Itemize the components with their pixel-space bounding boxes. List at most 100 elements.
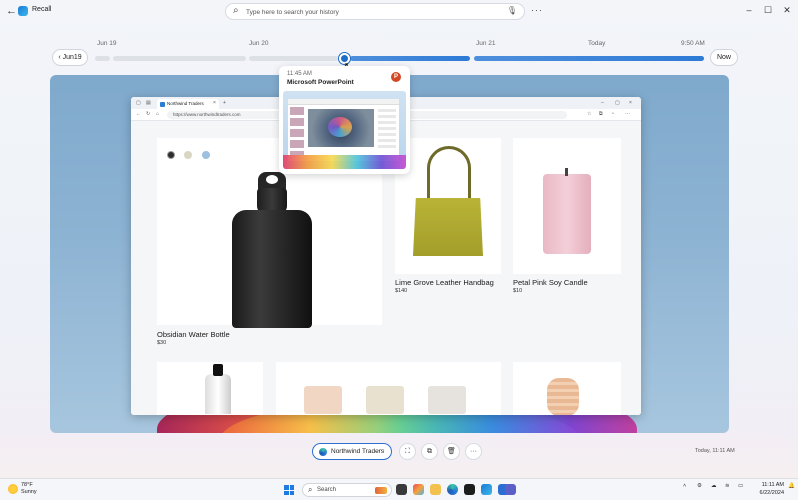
timeline-marker: Jun 21 bbox=[476, 40, 496, 47]
handbag-image bbox=[413, 198, 483, 256]
close-icon[interactable]: × bbox=[629, 100, 632, 106]
sidebar-icon[interactable]: ▢ bbox=[136, 100, 141, 106]
product-name[interactable]: Petal Pink Soy Candle bbox=[513, 278, 588, 287]
snapshot-preview-popup[interactable]: 11:45 AM Microsoft PowerPoint P bbox=[279, 66, 410, 174]
timeline-segment[interactable] bbox=[95, 56, 110, 61]
taskbar: 78°F Sunny ⌕ Search ˄ ⚙ ☁ ≋ ▭ 11:11 AM 6… bbox=[0, 478, 798, 500]
previous-day-button[interactable]: ‹ Jun19 bbox=[52, 49, 88, 66]
timeline-segment[interactable] bbox=[474, 56, 704, 61]
chevron-up-icon[interactable]: ˄ bbox=[683, 483, 686, 489]
maximize-button[interactable]: ☐ bbox=[762, 5, 774, 16]
tab-title: Northwind Traders bbox=[167, 101, 204, 106]
chevron-left-icon: ‹ bbox=[58, 54, 61, 61]
product-card-soap-bars[interactable] bbox=[276, 362, 501, 415]
close-button[interactable]: ✕ bbox=[781, 5, 793, 16]
taskbar-search-label: Search bbox=[317, 487, 337, 493]
tab-actions-icon[interactable]: ▤ bbox=[146, 100, 151, 106]
search-icon: ⌕ bbox=[233, 5, 239, 16]
clock[interactable]: 11:11 AM 6/22/2024 bbox=[752, 481, 784, 497]
refresh-icon[interactable]: ↻ bbox=[146, 111, 150, 117]
product-card-soap-pump[interactable] bbox=[157, 362, 263, 415]
now-button[interactable]: Now bbox=[710, 49, 738, 66]
timeline-segment[interactable] bbox=[113, 56, 246, 61]
timeline-segment[interactable] bbox=[350, 56, 470, 61]
more-icon: ··· bbox=[470, 448, 477, 455]
preview-thumbnail[interactable] bbox=[283, 91, 406, 169]
minimize-button[interactable]: – bbox=[743, 5, 755, 15]
soap-pump-image bbox=[205, 364, 231, 414]
color-swatch[interactable] bbox=[184, 151, 193, 159]
weather-temperature: 78°F bbox=[21, 482, 33, 488]
wifi-icon[interactable]: ≋ bbox=[725, 483, 730, 489]
screenshot-button[interactable]: ⛶ bbox=[399, 443, 416, 460]
delete-button[interactable]: 🗑 bbox=[443, 443, 460, 460]
weather-widget[interactable]: 78°F Sunny bbox=[21, 482, 37, 496]
search-input[interactable] bbox=[246, 6, 506, 18]
clock-time: 11:11 AM bbox=[761, 482, 784, 488]
more-options-icon[interactable]: ··· bbox=[531, 5, 543, 15]
product-name[interactable]: Obsidian Water Bottle bbox=[157, 330, 230, 339]
product-card-brush[interactable] bbox=[513, 362, 621, 415]
product-name[interactable]: Lime Grove Leather Handbag bbox=[395, 278, 494, 287]
home-icon[interactable]: ⌂ bbox=[156, 111, 159, 117]
slide-image bbox=[308, 109, 374, 147]
battery-icon[interactable]: ▭ bbox=[738, 483, 743, 489]
start-button[interactable] bbox=[284, 485, 294, 495]
edge-icon[interactable] bbox=[447, 484, 458, 495]
taskbar-search[interactable]: ⌕ Search bbox=[302, 483, 392, 497]
product-card-handbag[interactable] bbox=[395, 138, 501, 274]
back-icon[interactable]: ← bbox=[136, 111, 141, 117]
timeline-segment[interactable] bbox=[249, 56, 339, 61]
wallpaper-bloom bbox=[283, 155, 406, 169]
product-price: $140 bbox=[395, 288, 408, 294]
color-swatch[interactable] bbox=[167, 151, 175, 159]
cloud-icon[interactable]: ☁ bbox=[711, 483, 717, 489]
copy-button[interactable]: ⧉ bbox=[421, 443, 438, 460]
side-pane bbox=[378, 109, 396, 149]
extensions-icon[interactable]: ⧉ bbox=[599, 111, 603, 117]
source-app-pill[interactable]: Northwind Traders ··· bbox=[312, 443, 392, 460]
soap-bar-image bbox=[304, 386, 342, 414]
more-actions-button[interactable]: ··· bbox=[465, 443, 482, 460]
search-bar[interactable]: ⌕ 🎙 bbox=[225, 3, 525, 20]
preview-app-name: Microsoft PowerPoint bbox=[287, 79, 354, 86]
timeline-marker: Today bbox=[588, 40, 606, 47]
teams-icon[interactable] bbox=[505, 484, 516, 495]
timeline-marker: Jun 20 bbox=[249, 40, 269, 47]
store-icon[interactable] bbox=[464, 484, 475, 495]
color-swatch[interactable] bbox=[201, 151, 210, 159]
copy-icon: ⧉ bbox=[427, 448, 432, 455]
timeline-marker: 9:50 AM bbox=[681, 40, 705, 47]
edge-browser-icon bbox=[319, 448, 327, 456]
preview-time: 11:45 AM bbox=[287, 71, 312, 77]
back-arrow-icon[interactable]: ← bbox=[6, 5, 17, 17]
notification-bell-icon[interactable]: 🔔 bbox=[788, 483, 795, 489]
settings-tray-icon[interactable]: ⚙ bbox=[697, 483, 702, 489]
ribbon bbox=[288, 99, 399, 105]
microphone-icon[interactable]: 🎙 bbox=[507, 6, 517, 15]
sun-icon[interactable] bbox=[8, 484, 18, 494]
new-tab-icon[interactable]: + bbox=[223, 100, 226, 106]
copilot-icon[interactable] bbox=[413, 484, 424, 495]
more-icon[interactable]: ··· bbox=[378, 447, 385, 454]
app-title: Recall bbox=[32, 6, 52, 13]
product-price: $30 bbox=[157, 340, 167, 346]
file-explorer-icon[interactable] bbox=[430, 484, 441, 495]
browser-tab[interactable]: Northwind Traders bbox=[157, 99, 219, 109]
search-icon: ⌕ bbox=[308, 485, 313, 494]
favorites-icon[interactable]: ☆ bbox=[587, 111, 591, 117]
search-highlight-icon bbox=[375, 487, 387, 494]
product-card-candle[interactable] bbox=[513, 138, 621, 274]
browser-menu-icon[interactable]: ··· bbox=[625, 111, 630, 117]
recall-taskbar-icon[interactable] bbox=[481, 484, 492, 495]
brush-image bbox=[547, 378, 579, 415]
profile-icon[interactable]: ◔ bbox=[611, 111, 614, 117]
weather-description: Sunny bbox=[21, 489, 37, 495]
recall-logo-icon bbox=[18, 6, 28, 16]
minimize-icon[interactable]: – bbox=[601, 100, 604, 106]
product-price: $10 bbox=[513, 288, 523, 294]
task-view-icon[interactable] bbox=[396, 484, 407, 495]
close-tab-icon[interactable]: × bbox=[213, 100, 216, 106]
soap-bar-image bbox=[366, 386, 404, 414]
maximize-icon[interactable]: ▢ bbox=[615, 100, 620, 106]
